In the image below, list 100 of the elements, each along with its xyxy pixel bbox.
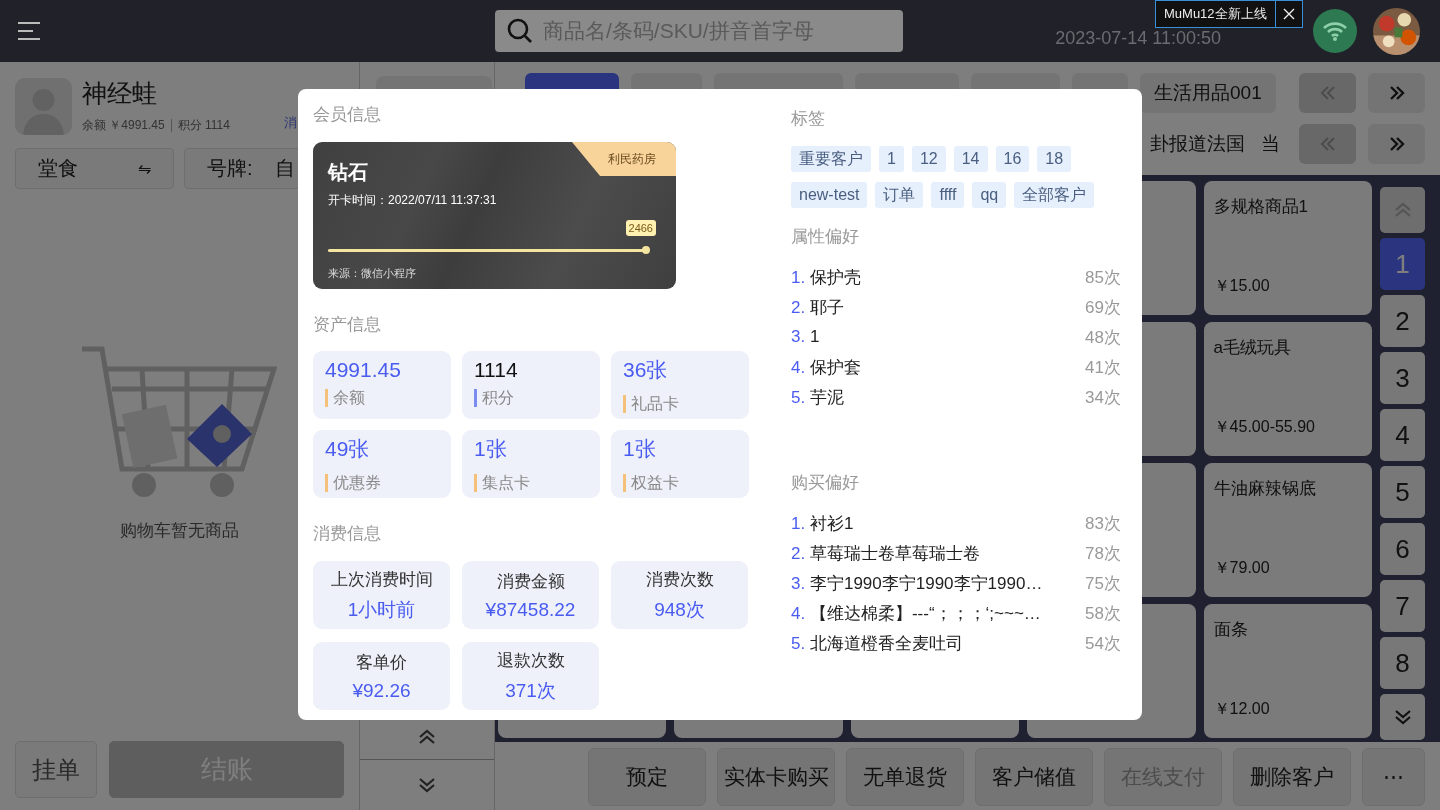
asset-card[interactable]: 1114 积分 — [462, 351, 600, 419]
product-price: ￥45.00-55.90 — [1213, 417, 1316, 437]
asset-value: 1张 — [623, 436, 657, 462]
points-text: 积分 1114 — [177, 116, 230, 134]
preference-count: 83次 — [1085, 512, 1121, 535]
product-name: 多规格商品1 — [1213, 196, 1310, 218]
preference-count: 75次 — [1085, 572, 1121, 595]
action-button[interactable]: 实体卡购买 — [717, 748, 835, 806]
double-chevron-left-icon — [1319, 136, 1336, 151]
double-chevron-right-icon — [1388, 136, 1405, 151]
notification-text: MuMu12全新上线 — [1156, 1, 1276, 27]
preference-count: 58次 — [1085, 602, 1121, 625]
preference-item: 1. 衬衫1 — [791, 512, 854, 535]
asset-card[interactable]: 49张 优惠券 — [313, 430, 451, 498]
product-name: 面条 — [1213, 619, 1249, 641]
dine-mode-button[interactable]: 堂食 ⇋ — [15, 148, 174, 189]
preference-item: 2. 耶子 — [791, 296, 844, 319]
up-chevron-icon[interactable] — [418, 729, 436, 745]
preference-count: 85次 — [1085, 266, 1121, 289]
stat-label: 客单价 — [356, 651, 407, 674]
page-button[interactable]: 8 — [1380, 637, 1425, 689]
section-title: 消费信息 — [313, 523, 382, 545]
preference-item: 5. 北海道橙香全麦吐司 — [791, 632, 963, 655]
stat-label: 退款次数 — [496, 649, 565, 672]
category-tab[interactable]: 当 — [1261, 123, 1280, 164]
double-chevron-left-icon — [1319, 85, 1336, 100]
member-name: 神经蛙 — [82, 78, 158, 109]
preference-count: 78次 — [1085, 542, 1121, 565]
tag: 14 — [953, 146, 988, 172]
datetime: 2023-07-14 11:00:50 — [1055, 27, 1221, 49]
next-button[interactable] — [1368, 72, 1425, 113]
preference-item: 4. 保护套 — [791, 356, 861, 379]
stat-value: 371次 — [505, 678, 556, 703]
category-tab[interactable]: 卦报道法国 — [1150, 123, 1245, 164]
asset-card[interactable]: 1张 权益卡 — [611, 430, 749, 498]
progress-reading: 2466 — [625, 220, 656, 236]
next-button[interactable] — [1368, 123, 1425, 164]
preference-item: 3. 李宁1990李宁1990李宁1990… — [791, 572, 1043, 595]
page-down-button[interactable] — [1380, 694, 1425, 740]
action-button[interactable]: 删除客户 — [1233, 748, 1351, 806]
asset-value: 4991.45 — [325, 357, 402, 383]
product-card[interactable]: 面条 ￥12.00 — [1203, 604, 1372, 738]
page-button[interactable]: 6 — [1380, 523, 1425, 575]
preference-count: 48次 — [1085, 326, 1121, 349]
product-card[interactable]: 多规格商品1 ￥15.00 — [1203, 181, 1372, 315]
wifi-icon[interactable] — [1313, 9, 1357, 53]
tag: 全部客户 — [1014, 182, 1095, 208]
asset-value: 1张 — [474, 436, 508, 462]
tag: ffff — [931, 182, 965, 208]
asset-label: 积分 — [474, 389, 588, 407]
hold-order-button[interactable]: 挂单 — [15, 741, 97, 798]
preference-item: 4. 【维达棉柔】---“；；；‘;~~~… — [791, 602, 1041, 625]
page-button[interactable]: 3 — [1380, 352, 1425, 404]
menu-icon[interactable] — [17, 21, 41, 41]
asset-value: 49张 — [325, 436, 371, 462]
down-chevron-icon[interactable] — [418, 777, 436, 793]
product-card[interactable]: a毛绒玩具 ￥45.00-55.90 — [1203, 322, 1372, 456]
stat-label: 消费金额 — [496, 570, 565, 593]
action-button[interactable]: 无单退货 — [846, 748, 964, 806]
product-price: ￥79.00 — [1213, 558, 1271, 578]
preference-item: 2. 草莓瑞士卷草莓瑞士卷 — [791, 542, 980, 565]
down-chevron-icon[interactable] — [1393, 709, 1412, 725]
tag: 18 — [1037, 146, 1072, 172]
asset-card[interactable]: 1张 集点卡 — [462, 430, 600, 498]
tag: qq — [972, 182, 1007, 208]
section-title: 会员信息 — [313, 104, 382, 126]
preference-item: 5. 芋泥 — [791, 386, 844, 409]
asset-label: 优惠券 — [325, 474, 439, 492]
product-price: ￥15.00 — [1213, 276, 1271, 296]
asset-card[interactable]: 4991.45 余额 — [313, 351, 451, 419]
action-button[interactable]: ⋯ — [1362, 748, 1425, 806]
double-chevron-right-icon — [1388, 85, 1405, 100]
empty-cart-text: 购物车暂无商品 — [120, 519, 239, 542]
page-button[interactable]: 5 — [1380, 466, 1425, 518]
open-date: 开卡时间：2022/07/11 11:37:31 — [328, 192, 498, 209]
preference-count: 54次 — [1085, 632, 1121, 655]
preference-count: 69次 — [1085, 296, 1121, 319]
product-name: a毛绒玩具 — [1213, 337, 1293, 359]
action-button[interactable]: 客户储值 — [975, 748, 1093, 806]
close-icon[interactable] — [1282, 8, 1295, 20]
page-button[interactable]: 2 — [1380, 295, 1425, 347]
product-card[interactable]: 牛油麻辣锅底 ￥79.00 — [1203, 463, 1372, 597]
page-button[interactable]: 1 — [1380, 238, 1425, 290]
asset-card[interactable]: 36张 礼品卡 — [611, 351, 749, 419]
preference-count: 41次 — [1085, 356, 1121, 379]
tag: 重要客户 — [791, 146, 871, 172]
tag: 1 — [879, 146, 904, 172]
category-tab[interactable]: 生活用品001 — [1140, 72, 1276, 113]
member-link[interactable]: 消 — [284, 114, 297, 132]
tag: 16 — [995, 146, 1030, 172]
action-button[interactable]: 预定 — [588, 748, 706, 806]
section-title: 购买偏好 — [791, 472, 860, 494]
asset-value: 1114 — [474, 357, 519, 383]
page-button[interactable]: 7 — [1380, 580, 1425, 632]
stat-value: 1小时前 — [347, 597, 416, 622]
source-text: 来源：微信小程序 — [328, 266, 417, 281]
preference-item: 1. 保护壳 — [791, 266, 861, 289]
search-icon — [507, 18, 533, 44]
section-title: 资产信息 — [313, 314, 382, 336]
page-button[interactable]: 4 — [1380, 409, 1425, 461]
